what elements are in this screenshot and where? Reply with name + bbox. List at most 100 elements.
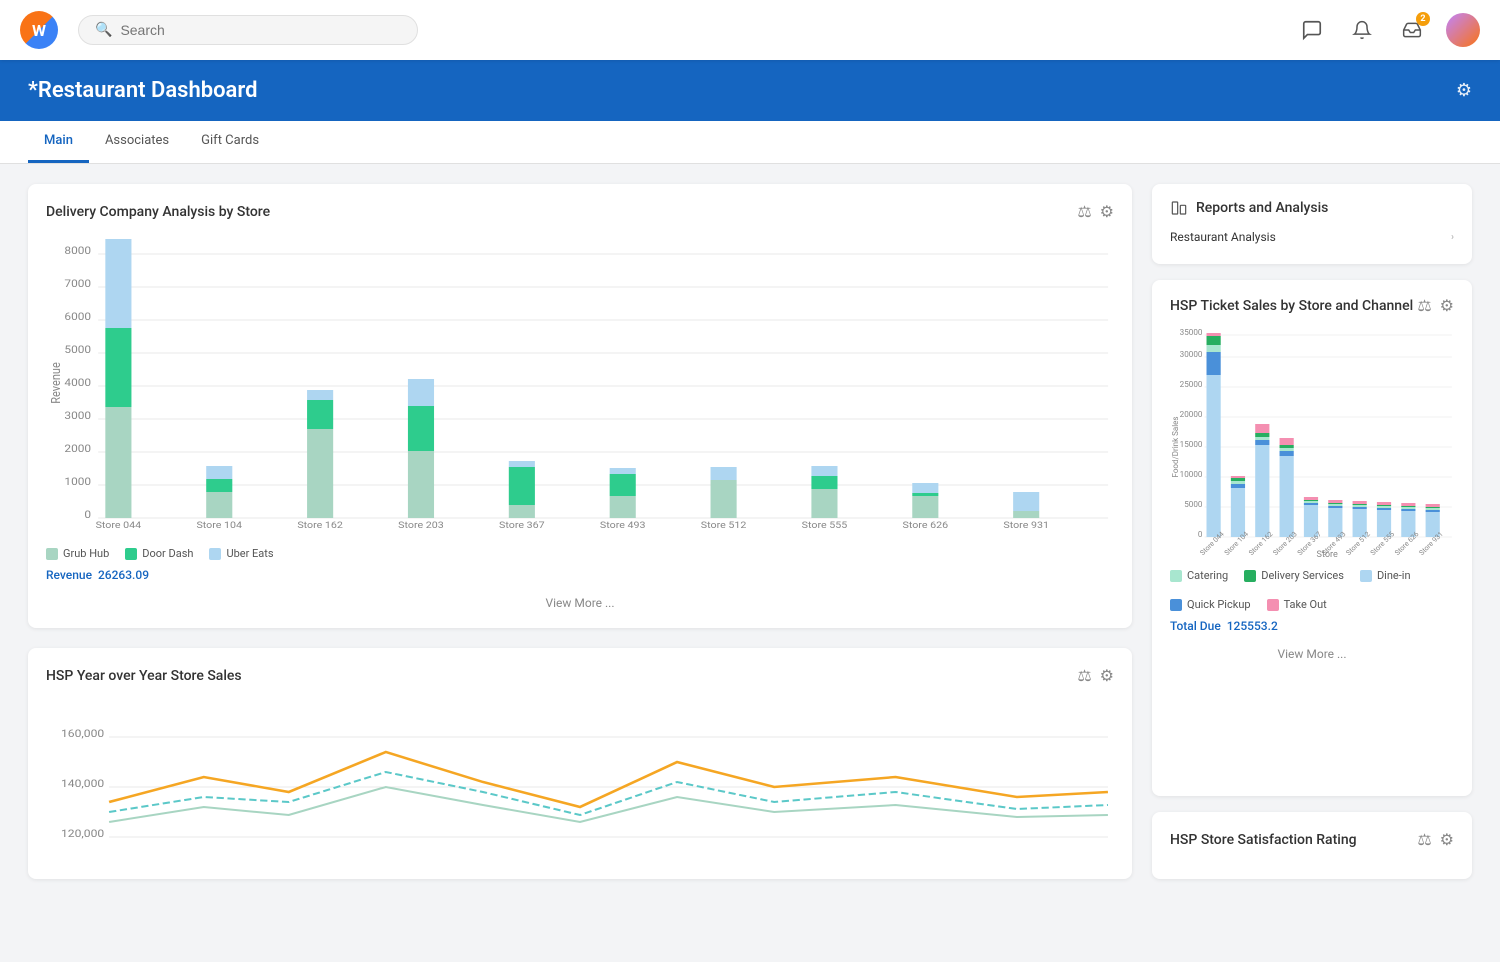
delivery-chart-svg: 0 1000 2000 3000 4000 5000 6000 7000 800… xyxy=(46,233,1114,533)
legend-dinein: Dine-in xyxy=(1360,569,1411,582)
hsp-legend: Catering Delivery Services Dine-in Quick… xyxy=(1170,569,1454,611)
svg-text:Store 626: Store 626 xyxy=(903,521,949,531)
svg-text:5000: 5000 xyxy=(64,344,91,356)
bell-icon-button[interactable] xyxy=(1346,14,1378,46)
hsp-sat-filter-icon[interactable]: ⚖ xyxy=(1417,830,1431,849)
svg-text:35000: 35000 xyxy=(1180,328,1203,337)
reports-title: Reports and Analysis xyxy=(1170,200,1454,216)
svg-text:140,000: 140,000 xyxy=(61,778,104,790)
tab-gift-cards[interactable]: Gift Cards xyxy=(185,121,275,163)
svg-text:Food/Drink Sales: Food/Drink Sales xyxy=(1171,417,1180,478)
yoy-filter-icon[interactable]: ⚖ xyxy=(1077,666,1091,685)
hsp-satisfaction-card: HSP Store Satisfaction Rating ⚖ ⚙ xyxy=(1152,812,1472,879)
svg-text:4000: 4000 xyxy=(64,377,91,389)
svg-text:Store 162: Store 162 xyxy=(297,521,343,531)
hsp-sat-title: HSP Store Satisfaction Rating xyxy=(1170,832,1357,848)
delivery-analysis-card: Delivery Company Analysis by Store ⚖ ⚙ 0… xyxy=(28,184,1132,628)
page-title: *Restaurant Dashboard xyxy=(28,78,257,103)
legend-doordash: Door Dash xyxy=(125,547,193,560)
nav-icons: 2 xyxy=(1296,13,1480,47)
svg-text:Store 493: Store 493 xyxy=(600,521,646,531)
logo-area: W xyxy=(20,11,58,49)
settings-icon[interactable]: ⚙ xyxy=(1100,202,1114,221)
svg-text:160,000: 160,000 xyxy=(61,728,104,740)
delivery-card-actions: ⚖ ⚙ xyxy=(1077,202,1114,221)
yoy-card-title: HSP Year over Year Store Sales xyxy=(46,668,242,684)
svg-text:15000: 15000 xyxy=(1180,440,1203,449)
svg-text:25000: 25000 xyxy=(1180,380,1203,389)
hsp-card-actions: ⚖ ⚙ xyxy=(1417,296,1454,315)
hsp-card-header: HSP Ticket Sales by Store and Channel ⚖ … xyxy=(1170,296,1454,315)
tab-main[interactable]: Main xyxy=(28,121,89,163)
legend-quickpickup: Quick Pickup xyxy=(1170,598,1251,611)
svg-text:Delivery Company: Delivery Company xyxy=(552,531,656,533)
filter-icon[interactable]: ⚖ xyxy=(1077,202,1091,221)
chevron-right-icon: › xyxy=(1451,232,1454,243)
svg-text:7000: 7000 xyxy=(64,278,91,290)
svg-text:Store 555: Store 555 xyxy=(802,521,848,531)
svg-text:1000: 1000 xyxy=(64,476,91,488)
hsp-sat-settings-icon[interactable]: ⚙ xyxy=(1440,830,1454,849)
header-settings-icon[interactable]: ⚙ xyxy=(1456,80,1472,101)
svg-text:Revenue: Revenue xyxy=(48,362,63,404)
svg-text:Store 203: Store 203 xyxy=(398,521,444,531)
svg-text:0: 0 xyxy=(84,509,91,521)
chat-icon-button[interactable] xyxy=(1296,14,1328,46)
hsp-total-line: Total Due 125553.2 xyxy=(1170,619,1454,633)
inbox-icon-button[interactable]: 2 xyxy=(1396,14,1428,46)
legend-ubereats: Uber Eats xyxy=(209,547,273,560)
top-nav: W 🔍 2 xyxy=(0,0,1500,60)
yoy-card-header: HSP Year over Year Store Sales ⚖ ⚙ xyxy=(46,666,1114,685)
delivery-legend: Grub Hub Door Dash Uber Eats xyxy=(46,547,1114,560)
svg-text:0: 0 xyxy=(1198,530,1203,539)
legend-delivery-services: Delivery Services xyxy=(1244,569,1344,582)
hsp-card-title: HSP Ticket Sales by Store and Channel xyxy=(1170,298,1413,314)
user-avatar[interactable] xyxy=(1446,13,1480,47)
yoy-card: HSP Year over Year Store Sales ⚖ ⚙ 120,0… xyxy=(28,648,1132,879)
delivery-card-header: Delivery Company Analysis by Store ⚖ ⚙ xyxy=(46,202,1114,221)
hsp-sat-header: HSP Store Satisfaction Rating ⚖ ⚙ xyxy=(1170,830,1454,849)
yoy-settings-icon[interactable]: ⚙ xyxy=(1100,666,1114,685)
main-content: Delivery Company Analysis by Store ⚖ ⚙ 0… xyxy=(0,164,1500,899)
restaurant-analysis-link[interactable]: Restaurant Analysis › xyxy=(1170,226,1454,248)
svg-text:Store 931: Store 931 xyxy=(1003,521,1049,531)
svg-text:5000: 5000 xyxy=(1184,500,1203,509)
legend-grubhub: Grub Hub xyxy=(46,547,109,560)
hsp-settings-icon[interactable]: ⚙ xyxy=(1440,296,1454,315)
tabs-bar: Main Associates Gift Cards xyxy=(0,121,1500,164)
svg-text:3000: 3000 xyxy=(64,410,91,422)
svg-text:120,000: 120,000 xyxy=(61,828,104,840)
hsp-ticket-card: HSP Ticket Sales by Store and Channel ⚖ … xyxy=(1152,280,1472,796)
page-header: *Restaurant Dashboard ⚙ xyxy=(0,60,1500,121)
workday-logo[interactable]: W xyxy=(20,11,58,49)
search-input[interactable] xyxy=(120,22,401,38)
svg-text:6000: 6000 xyxy=(64,311,91,323)
search-bar[interactable]: 🔍 xyxy=(78,15,418,45)
svg-text:2000: 2000 xyxy=(64,443,91,455)
svg-text:30000: 30000 xyxy=(1180,350,1203,359)
reports-icon xyxy=(1170,200,1188,216)
legend-takeout: Take Out xyxy=(1267,598,1327,611)
svg-text:8000: 8000 xyxy=(64,245,91,257)
svg-text:Store 512: Store 512 xyxy=(701,521,747,531)
hsp-total-value: 125553.2 xyxy=(1227,619,1278,633)
right-column: Reports and Analysis Restaurant Analysis… xyxy=(1152,184,1472,879)
tab-associates[interactable]: Associates xyxy=(89,121,185,163)
hsp-view-more[interactable]: View More ... xyxy=(1170,647,1454,661)
delivery-card-title: Delivery Company Analysis by Store xyxy=(46,204,270,220)
delivery-view-more[interactable]: View More ... xyxy=(46,596,1114,610)
yoy-card-actions: ⚖ ⚙ xyxy=(1077,666,1114,685)
search-icon: 🔍 xyxy=(95,22,112,38)
svg-text:10000: 10000 xyxy=(1180,470,1203,479)
reports-card: Reports and Analysis Restaurant Analysis… xyxy=(1152,184,1472,264)
revenue-line: Revenue 26263.09 xyxy=(46,568,1114,582)
legend-catering: Catering xyxy=(1170,569,1228,582)
hsp-chart-svg: 0 5000 10000 15000 20000 25000 30000 350… xyxy=(1170,327,1454,557)
svg-text:Store 104: Store 104 xyxy=(196,521,242,531)
revenue-value: 26263.09 xyxy=(98,568,149,582)
svg-text:Store 044: Store 044 xyxy=(96,521,142,531)
svg-text:Store 367: Store 367 xyxy=(499,521,545,531)
hsp-filter-icon[interactable]: ⚖ xyxy=(1417,296,1431,315)
svg-text:Store: Store xyxy=(1317,550,1339,557)
hsp-sat-actions: ⚖ ⚙ xyxy=(1417,830,1454,849)
